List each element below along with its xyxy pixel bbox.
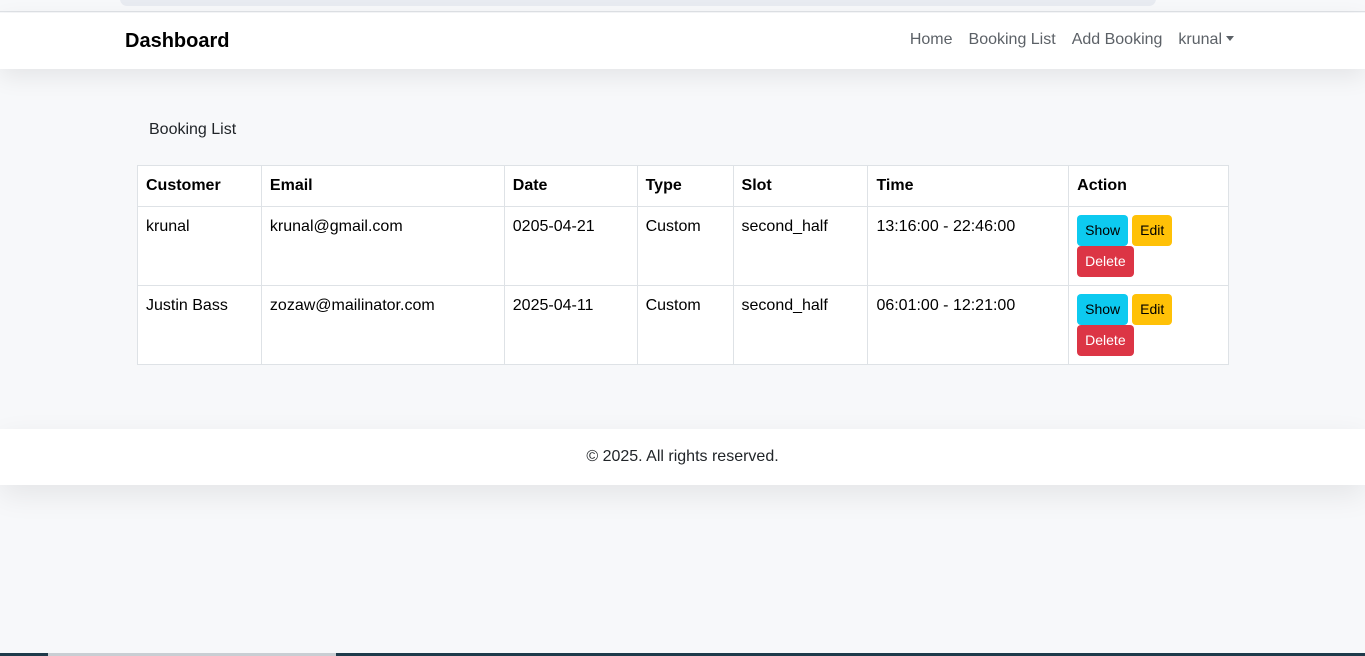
cell-slot: second_half: [732, 285, 869, 365]
table-row: Justin Bass zozaw@mailinator.com 2025-04…: [137, 285, 1229, 365]
nav-link-home[interactable]: Home: [910, 31, 953, 49]
cell-customer: krunal: [137, 206, 262, 286]
cell-slot: second_half: [732, 206, 869, 286]
nav-link-add-booking[interactable]: Add Booking: [1072, 31, 1163, 49]
table-header-row: Customer Email Date Type Slot Time Actio…: [137, 165, 1229, 207]
footer: © 2025. All rights reserved.: [0, 429, 1365, 485]
cell-email: zozaw@mailinator.com: [260, 285, 505, 365]
header-date: Date: [503, 165, 638, 207]
caret-down-icon: [1226, 36, 1234, 41]
table-row: krunal krunal@gmail.com 0205-04-21 Custo…: [137, 206, 1229, 286]
header-action: Action: [1068, 165, 1229, 207]
edit-button[interactable]: Edit: [1132, 294, 1173, 325]
cell-type: Custom: [636, 206, 734, 286]
show-button[interactable]: Show: [1077, 294, 1129, 325]
cell-time: 06:01:00 - 12:21:00: [867, 285, 1070, 365]
header-slot: Slot: [732, 165, 869, 207]
page-title: Booking List: [149, 121, 237, 138]
cell-date: 2025-04-11: [503, 285, 638, 365]
address-bar: [120, 0, 1156, 6]
user-dropdown[interactable]: krunal: [1178, 31, 1234, 49]
show-button[interactable]: Show: [1077, 215, 1129, 246]
header-type: Type: [636, 165, 734, 207]
cell-email: krunal@gmail.com: [260, 206, 505, 286]
cell-actions: Show Edit Delete: [1068, 285, 1229, 365]
browser-top-strip: [0, 0, 1365, 12]
footer-copyright: © 2025. All rights reserved.: [586, 448, 779, 465]
nav-links: Home Booking List Add Booking krunal: [910, 31, 1234, 49]
cell-type: Custom: [636, 285, 734, 365]
cell-customer: Justin Bass: [137, 285, 262, 365]
header-time: Time: [867, 165, 1070, 207]
cell-time: 13:16:00 - 22:46:00: [867, 206, 1070, 286]
nav-link-booking-list[interactable]: Booking List: [969, 31, 1056, 49]
delete-button[interactable]: Delete: [1077, 246, 1134, 277]
header-customer: Customer: [137, 165, 262, 207]
edit-button[interactable]: Edit: [1132, 215, 1173, 246]
navbar: Dashboard Home Booking List Add Booking …: [0, 13, 1365, 69]
booking-table: Customer Email Date Type Slot Time Actio…: [137, 165, 1229, 365]
user-name: krunal: [1178, 31, 1222, 48]
cell-actions: Show Edit Delete: [1068, 206, 1229, 286]
delete-button[interactable]: Delete: [1077, 325, 1134, 356]
cell-date: 0205-04-21: [503, 206, 638, 286]
brand-title[interactable]: Dashboard: [125, 30, 229, 53]
header-email: Email: [260, 165, 505, 207]
